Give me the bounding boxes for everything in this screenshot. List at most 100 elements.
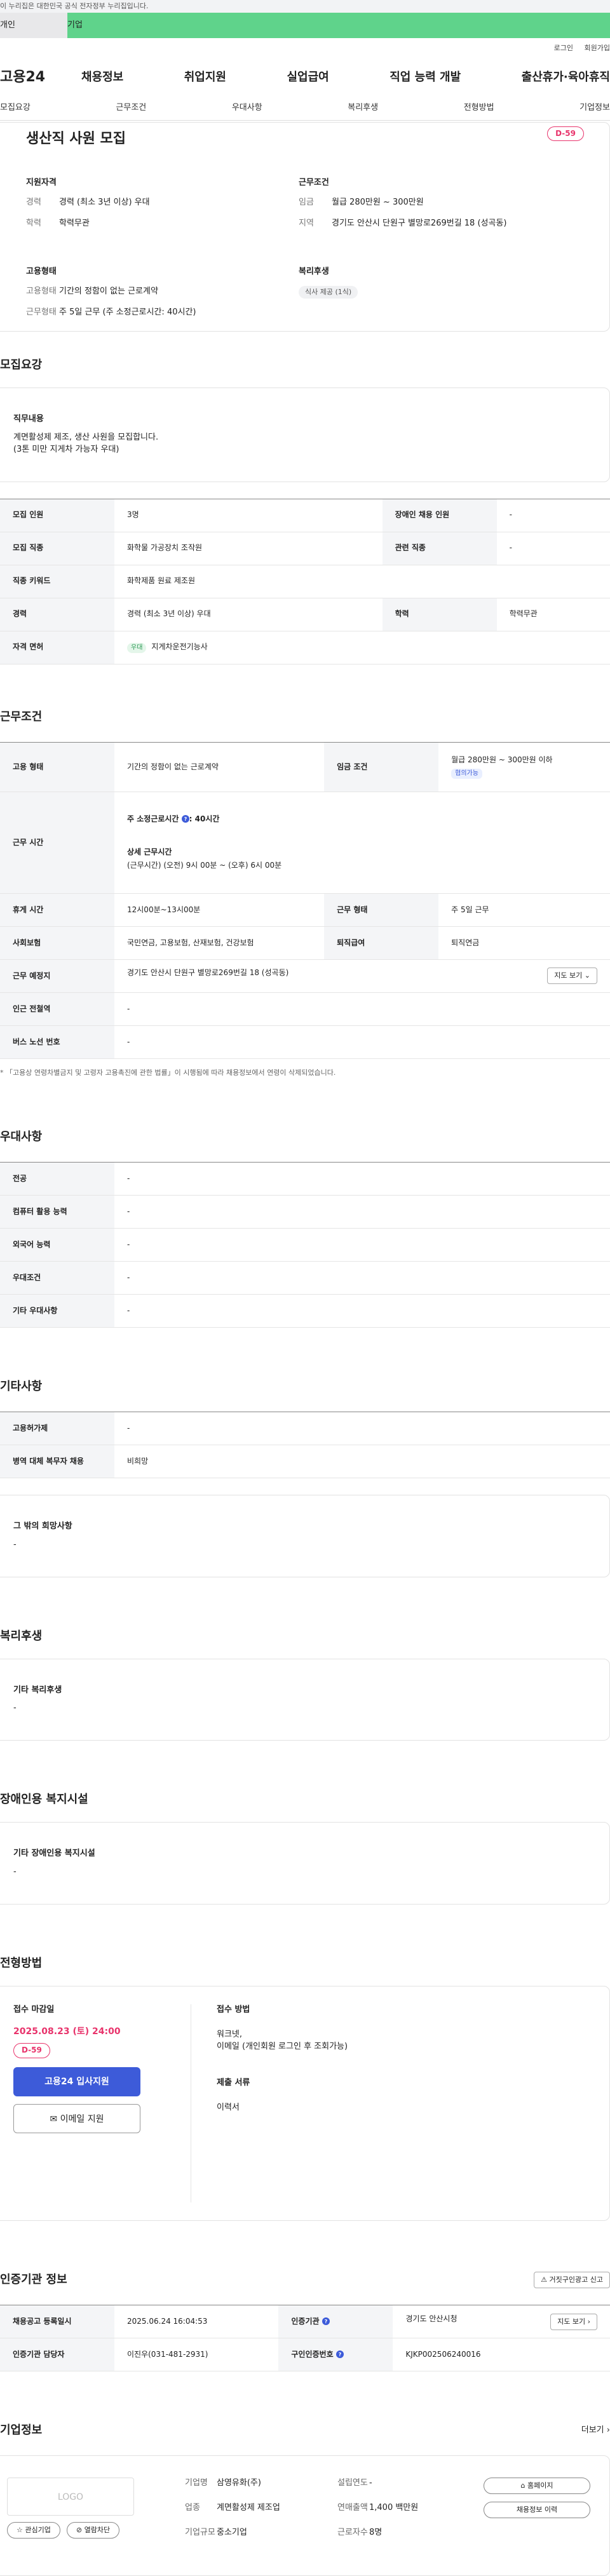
table-cell: 국민연금, 고용보험, 산재보험, 건강보험 xyxy=(114,926,325,960)
section-title-company: 기업정보 xyxy=(0,2424,43,2438)
dday-badge: D-59 xyxy=(547,126,584,142)
value: 8명 xyxy=(369,2528,383,2538)
nav-item-jobs[interactable]: 채용정보 xyxy=(81,69,123,86)
job-history-button[interactable]: 채용정보 이력 xyxy=(484,2502,590,2519)
table-header-cell: 인증기관 ? xyxy=(278,2305,393,2339)
report-fake-ad-button[interactable]: ⚠ 거짓구인광고 신고 xyxy=(534,2272,610,2289)
anchor-tabs: 모집요강 근무조건 우대사항 복리후생 전형방법 기업정보 xyxy=(0,97,610,121)
company-more-link[interactable]: 더보기 › xyxy=(581,2425,610,2437)
job-summary-card: 생산직 사원 모집 D-59 지원자격 경력 경력 (최소 3년 이상) 우대 학… xyxy=(0,122,610,332)
table-cell: - xyxy=(496,532,610,565)
section-title-cert: 인증기관 정보 xyxy=(0,2273,67,2287)
table-row: 병역 대체 복무자 채용 비희망 xyxy=(0,1445,610,1478)
report-fake-ad-label: 거짓구인광고 신고 xyxy=(549,2276,603,2284)
main-nav: 채용정보 취업지원 실업급여 직업 능력 개발 출산휴가·육아휴직 xyxy=(81,69,610,86)
table-header-cell: 경력 xyxy=(0,598,114,631)
info-icon[interactable]: ? xyxy=(181,814,189,823)
company-card: LOGO ☆ 관심기업 ⊘ 열람차단 기업명 삼영유화(주) 업종 계면활성제 제조… xyxy=(0,2455,610,2576)
chevron-right-icon: › xyxy=(606,2425,610,2435)
table-header-cell: 모집 인원 xyxy=(0,499,114,532)
block-view-button[interactable]: ⊘ 열람차단 xyxy=(66,2522,120,2539)
tab-company[interactable]: 기업 xyxy=(67,13,610,38)
label: 근로자수 xyxy=(337,2528,368,2538)
block-view-label: 열람차단 xyxy=(84,2526,111,2535)
login-link[interactable]: 로그인 xyxy=(554,44,573,52)
cert-org-label: 인증기관 xyxy=(291,2317,320,2326)
map-view-button[interactable]: 지도 보기 › xyxy=(550,2313,597,2330)
gov-notice-bar: 이 누리집은 대한민국 공식 전자정부 누리집입니다. xyxy=(0,0,610,13)
table-row: 사회보험 국민연금, 고용보험, 산재보험, 건강보험 퇴직급여 퇴직연금 xyxy=(0,926,610,960)
weekly-hours-label: 주 소정근로시간 xyxy=(127,814,179,824)
table-header-cell: 컴퓨터 활용 능력 xyxy=(0,1195,114,1229)
table-row: 근무 시간 주 소정근로시간 ?: 40시간 상세 근무시간 (근무시간) (오… xyxy=(0,792,610,894)
site-logo[interactable]: 고용24 xyxy=(0,67,81,88)
table-row: 고용 형태 기간의 정함이 없는 근로계약 임금 조건 월급 280만원 ~ 3… xyxy=(0,742,610,792)
anchor-tab-company[interactable]: 기업정보 xyxy=(580,102,610,114)
table-row: 휴게 시간 12시00분~13시00분 근무 형태 주 5일 근무 xyxy=(0,893,610,927)
method-line: 워크넷, xyxy=(217,2030,243,2040)
anchor-tab-process[interactable]: 전형방법 xyxy=(464,102,494,114)
value: 경기도 안산시 단원구 별망로269번길 18 (성곡동) xyxy=(332,218,507,228)
value: 월급 280만원 ~ 300만원 xyxy=(332,197,424,207)
duty-line: (3톤 미만 지게차 가능자 우대) xyxy=(13,444,119,454)
favorite-company-button[interactable]: ☆ 관심기업 xyxy=(7,2522,60,2539)
star-icon: ☆ xyxy=(17,2526,23,2535)
disability-box-value: - xyxy=(13,1867,17,1877)
anchor-tab-work[interactable]: 근무조건 xyxy=(116,102,146,114)
table-cell: - xyxy=(114,1162,610,1196)
table-header-cell: 자격 면허 xyxy=(0,631,114,664)
table-cell: 이진우(031-481-2931) xyxy=(114,2338,279,2372)
value: 주 5일 근무 (주 소정근로시간: 40시간) xyxy=(59,307,196,318)
chevron-right-icon: › xyxy=(587,2317,590,2326)
homepage-button[interactable]: ⌂ 홈페이지 xyxy=(484,2478,590,2495)
duty-heading: 직무내용 xyxy=(13,414,44,424)
info-icon[interactable]: ? xyxy=(322,2317,330,2326)
etc-table: 고용허가제 - 병역 대체 복무자 채용 비희망 xyxy=(0,1411,610,1478)
cert-org-value: 경기도 안산시청 xyxy=(405,2314,458,2323)
nav-item-parental-leave[interactable]: 출산휴가·육아휴직 xyxy=(522,69,610,86)
welfare-chip: 식사 제공 (1식) xyxy=(299,286,358,299)
homepage-label: 홈페이지 xyxy=(527,2481,553,2490)
label: 학력 xyxy=(26,218,41,228)
anchor-tab-recruit[interactable]: 모집요강 xyxy=(0,102,30,114)
value: 경력 (최소 3년 이상) 우대 xyxy=(59,197,150,207)
table-header-cell: 구인인증번호 ? xyxy=(278,2338,393,2372)
label: 기업명 xyxy=(185,2478,208,2488)
table-header-cell: 근무 예정지 xyxy=(0,959,114,993)
email-apply-button[interactable]: ✉ 이메일 지원 xyxy=(13,2103,140,2133)
deadline-value: 2025.08.23 (토) 24:00 xyxy=(13,2026,121,2037)
section-title-process: 전형방법 xyxy=(0,1957,43,1971)
value: 학력무관 xyxy=(59,218,90,228)
table-row: 전공 - xyxy=(0,1162,610,1196)
anchor-tab-pref[interactable]: 우대사항 xyxy=(232,102,262,114)
table-header-cell: 장애인 채용 인원 xyxy=(382,499,497,532)
nav-item-skills[interactable]: 직업 능력 개발 xyxy=(390,69,461,86)
company-more-label: 더보기 xyxy=(581,2425,604,2435)
join-link[interactable]: 회원가입 xyxy=(585,44,610,52)
label: 기업규모 xyxy=(185,2528,215,2538)
table-cell: - xyxy=(114,1228,610,1262)
detail-hours-value: (근무시간) (오전) 9시 00분 ~ (오후) 6시 00분 xyxy=(127,860,282,870)
table-row: 근무 예정지 경기도 안산시 단원구 별망로269번길 18 (성곡동) 지도 보… xyxy=(0,959,610,993)
apply-button[interactable]: 고용24 입사지원 xyxy=(13,2067,140,2096)
label: 임금 xyxy=(299,197,314,207)
table-cell: 경기도 안산시청 지도 보기 › xyxy=(393,2305,610,2339)
svg-text:?: ? xyxy=(324,2319,327,2324)
map-view-button[interactable]: 지도 보기 ⌄ xyxy=(547,968,597,985)
value: 중소기업 xyxy=(217,2528,247,2538)
license-name: 지게차운전기능사 xyxy=(151,642,208,651)
value: 기간의 정함이 없는 근로계약 xyxy=(59,287,158,297)
table-header-cell: 채용공고 등록일시 xyxy=(0,2305,114,2339)
nav-item-unemployment-benefit[interactable]: 실업급여 xyxy=(287,69,329,86)
table-cell: 주 소정근로시간 ?: 40시간 상세 근무시간 (근무시간) (오전) 9시 … xyxy=(114,792,610,894)
tab-individual[interactable]: 개인 xyxy=(0,13,67,38)
email-apply-label: 이메일 지원 xyxy=(60,2114,104,2124)
table-header-cell: 근무 시간 xyxy=(0,792,114,894)
table-header-cell: 고용허가제 xyxy=(0,1412,114,1445)
info-icon[interactable]: ? xyxy=(336,2350,344,2359)
table-header-cell: 사회보험 xyxy=(0,926,114,960)
svg-text:?: ? xyxy=(339,2352,342,2357)
anchor-tab-welfare[interactable]: 복리후생 xyxy=(348,102,378,114)
nav-item-employment-support[interactable]: 취업지원 xyxy=(184,69,226,86)
label: 지역 xyxy=(299,218,314,228)
